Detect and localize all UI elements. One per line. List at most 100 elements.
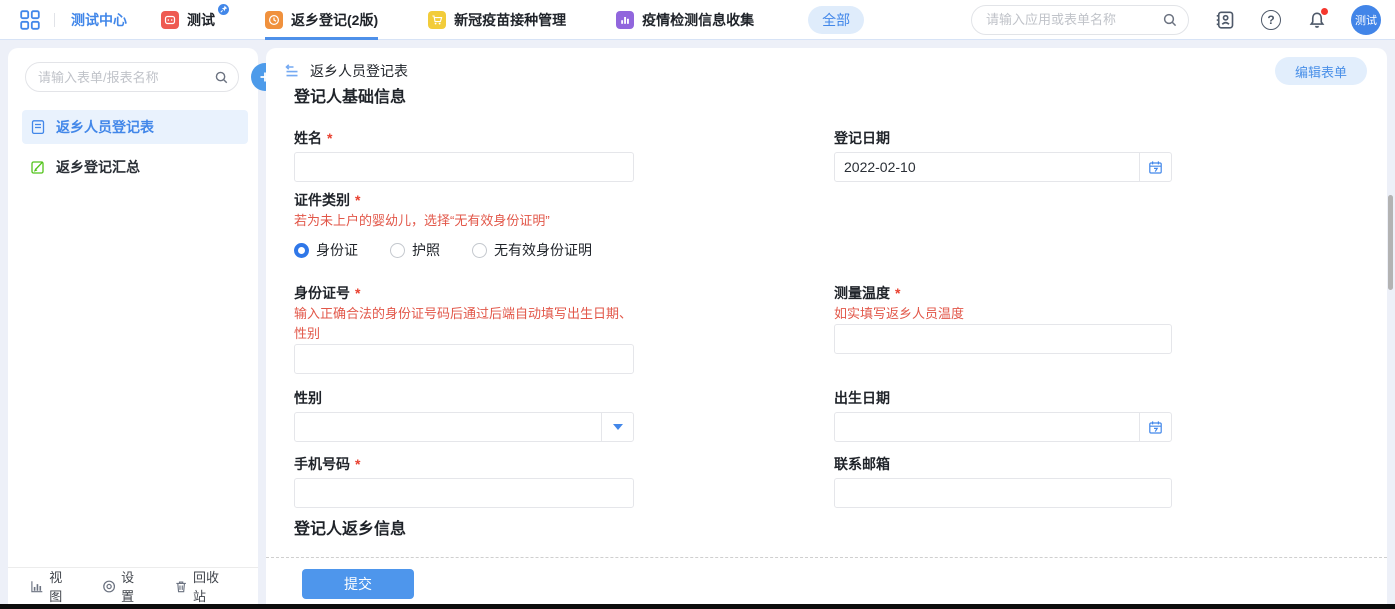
radio-unchecked-icon [472,243,487,258]
radio-passport[interactable]: 护照 [390,240,440,260]
tab-vaccine-management[interactable]: 新冠疫苗接种管理 [428,0,566,40]
bar-chart-icon [30,579,44,594]
field-label: 性别 [294,388,322,408]
help-glyph: ? [1261,10,1281,30]
field-name: 姓名 * [294,128,634,182]
tab-epidemic-info-collection[interactable]: 疫情检测信息收集 [616,0,754,40]
views-button[interactable]: 视图 [30,567,74,605]
field-label: 测量温度 [834,283,890,303]
form-search[interactable] [25,62,239,92]
all-apps-pill[interactable]: 全部 [808,6,864,34]
radio-no-valid-id[interactable]: 无有效身份证明 [472,240,592,260]
name-input[interactable] [294,152,634,182]
views-label: 视图 [49,567,74,605]
sidebar-footer: 视图 设置 回收站 [8,567,258,604]
main-panel: 返乡人员登记表 编辑表单 登记人基础信息 姓名 * 登记日期 2022-02-1… [266,48,1387,604]
form-header: 返乡人员登记表 编辑表单 [266,48,1387,84]
gear-icon [102,579,116,594]
field-helper-text: 输入正确合法的身份证号码后通过后端自动填写出生日期、性别 [294,304,634,344]
contacts-icon[interactable] [1215,10,1235,30]
radio-unchecked-icon [390,243,405,258]
radio-checked-icon [294,243,309,258]
settings-button[interactable]: 设置 [102,567,146,605]
required-asterisk: * [895,283,900,303]
email-input[interactable] [834,478,1172,508]
required-asterisk: * [355,454,360,474]
reg-date-picker[interactable]: 2022-02-10 [834,152,1172,182]
sidebar-form-list: 返乡人员登记表 返乡登记汇总 [8,110,258,567]
return-registration-app-icon [265,11,283,29]
sidebar-item-return-summary[interactable]: 返乡登记汇总 [22,150,248,184]
radio-id-card[interactable]: 身份证 [294,240,358,260]
settings-label: 设置 [121,567,146,605]
tab-test-app[interactable]: 测试 [161,0,215,40]
section-heading-return: 登记人返乡信息 [294,518,1387,542]
form-search-input[interactable] [38,70,214,85]
edit-form-button[interactable]: 编辑表单 [1275,57,1367,85]
sidebar-item-label: 返乡登记汇总 [56,157,140,177]
pin-badge-icon [217,3,230,16]
summary-report-icon [30,159,46,175]
page-title: 返乡人员登记表 [310,61,408,81]
section-heading-basic: 登记人基础信息 [294,86,1387,110]
chevron-down-icon[interactable] [601,413,633,441]
topbar: 测试中心 测试 返乡登记(2版) [0,0,1395,40]
temperature-input[interactable] [834,324,1172,354]
field-id-number: 身份证号 * 输入正确合法的身份证号码后通过后端自动填写出生日期、性别 [294,283,634,374]
field-gender: 性别 [294,388,634,442]
field-reg-date: 登记日期 2022-02-10 [834,128,1172,182]
apps-grid-icon[interactable] [20,10,40,30]
search-icon [214,70,229,85]
form-footer: 提交 [266,558,1387,604]
field-label: 证件类别 [294,190,350,210]
calendar-icon[interactable] [1139,413,1171,441]
notification-badge [1321,8,1328,15]
vertical-scrollbar[interactable] [1388,195,1393,290]
form-body: 登记人基础信息 姓名 * 登记日期 2022-02-10 [266,84,1387,557]
notifications-icon[interactable] [1307,10,1327,30]
recycle-bin-button[interactable]: 回收站 [174,567,230,605]
sidebar-item-return-form[interactable]: 返乡人员登记表 [22,110,248,144]
user-avatar[interactable]: 测试 [1351,5,1381,35]
collapse-sidebar-icon[interactable] [284,63,300,79]
trash-icon [174,579,188,594]
workspace-title[interactable]: 测试中心 [71,10,127,30]
test-app-icon [161,11,179,29]
topbar-divider [54,13,55,27]
phone-input[interactable] [294,478,634,508]
field-label: 身份证号 [294,283,350,303]
field-temperature: 测量温度 * 如实填写返乡人员温度 [834,283,1172,374]
app-search[interactable] [971,5,1189,35]
radio-label: 护照 [412,240,440,260]
radio-label: 无有效身份证明 [494,240,592,260]
tab-label: 测试 [187,10,215,30]
radio-label: 身份证 [316,240,358,260]
id-number-input[interactable] [294,344,634,374]
id-type-radio-group: 身份证 护照 无有效身份证明 [294,239,1387,261]
gender-value [295,413,601,441]
field-birth-date: 出生日期 [834,388,1172,442]
recycle-label: 回收站 [193,567,230,605]
birth-date-picker[interactable] [834,412,1172,442]
field-helper-text: 若为未上户的婴幼儿，选择“无有效身份证明” [294,211,1387,231]
field-phone: 手机号码 * [294,454,634,508]
gender-select[interactable] [294,412,634,442]
required-asterisk: * [355,283,360,303]
help-icon[interactable]: ? [1261,10,1281,30]
app-search-input[interactable] [986,12,1162,27]
field-id-type: 证件类别 * 若为未上户的婴幼儿，选择“无有效身份证明” 身份证 护照 无有效身… [294,190,1387,261]
sidebar: 返乡人员登记表 返乡登记汇总 视图 设置 [8,48,258,604]
reg-date-value: 2022-02-10 [835,153,1139,181]
tab-label: 新冠疫苗接种管理 [454,10,566,30]
birth-date-value [835,413,1139,441]
form-document-icon [30,119,46,135]
tab-return-registration[interactable]: 返乡登记(2版) [265,0,378,40]
field-label: 姓名 [294,128,322,148]
field-label: 登记日期 [834,128,890,148]
epidemic-app-icon [616,11,634,29]
sidebar-item-label: 返乡人员登记表 [56,117,154,137]
calendar-icon[interactable] [1139,153,1171,181]
tab-label: 返乡登记(2版) [291,10,378,30]
submit-button[interactable]: 提交 [302,569,414,599]
field-label: 联系邮箱 [834,454,890,474]
